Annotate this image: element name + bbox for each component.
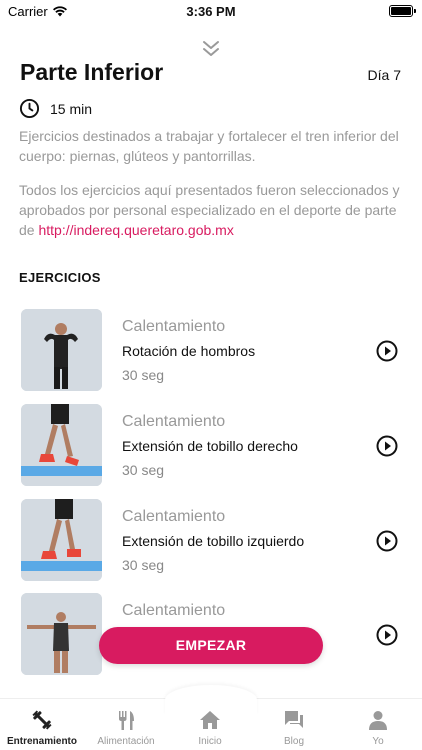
- tab-label: Entrenamiento: [6, 736, 77, 747]
- status-time: 3:36 PM: [186, 4, 236, 19]
- home-icon: [200, 711, 220, 729]
- battery-icon: [389, 5, 416, 17]
- play-icon[interactable]: [376, 340, 398, 362]
- play-icon[interactable]: [376, 435, 398, 457]
- exercise-thumbnail: [21, 499, 102, 581]
- user-icon: [369, 711, 387, 730]
- exercise-category: Calentamiento: [122, 508, 226, 525]
- play-icon[interactable]: [376, 530, 398, 552]
- duration-row: 15 min: [19, 98, 92, 119]
- exercise-name: Rotación de hombros: [122, 343, 256, 359]
- credits-text: Todos los ejercicios aquí presentados fu…: [19, 180, 404, 240]
- chevron-double-down-icon[interactable]: [201, 40, 221, 58]
- exercise-duration: 30 seg: [122, 557, 165, 573]
- exercise-category: Calentamiento: [122, 602, 226, 619]
- tab-bar: Entrenamiento Alimentación Inicio Blog Y…: [0, 685, 422, 750]
- tab-alimentacion[interactable]: Alimentación: [84, 699, 168, 750]
- status-bar: Carrier 3:36 PM: [0, 0, 422, 24]
- play-icon[interactable]: [376, 624, 398, 646]
- tab-label: Yo: [372, 736, 384, 747]
- dumbbell-icon: [32, 710, 52, 730]
- tab-entrenamiento[interactable]: Entrenamiento: [0, 699, 84, 750]
- exercise-name: Extensión de tobillo izquierdo: [122, 533, 305, 549]
- indereq-link[interactable]: http://indereq.queretaro.gob.mx: [38, 222, 233, 238]
- exercise-category: Calentamiento: [122, 413, 226, 430]
- exercise-item[interactable]: Calentamiento Rotación de hombros 30 seg: [0, 309, 422, 391]
- exercise-duration: 30 seg: [122, 462, 165, 478]
- day-label: Día 7: [367, 67, 401, 83]
- exercise-name: Extensión de tobillo derecho: [122, 438, 298, 454]
- tab-inicio[interactable]: Inicio: [168, 699, 252, 750]
- exercise-duration: 30 seg: [122, 367, 165, 383]
- exercise-item[interactable]: Calentamiento Extensión de tobillo izqui…: [0, 499, 422, 581]
- exercise-thumbnail: [21, 309, 102, 391]
- exercise-item[interactable]: Calentamiento Extensión de tobillo derec…: [0, 404, 422, 486]
- exercise-thumbnail: [21, 593, 102, 675]
- description-text: Ejercicios destinados a trabajar y forta…: [19, 128, 399, 164]
- tab-yo[interactable]: Yo: [336, 699, 420, 750]
- tab-label: Inicio: [198, 736, 222, 747]
- start-button[interactable]: EMPEZAR: [99, 627, 323, 664]
- exercise-thumbnail: [21, 404, 102, 486]
- tab-blog[interactable]: Blog: [252, 699, 336, 750]
- page-title: Parte Inferior: [20, 59, 164, 85]
- tab-label: Blog: [283, 736, 304, 747]
- chat-icon: [285, 711, 303, 728]
- exercise-category: Calentamiento: [122, 318, 226, 335]
- tab-label: Alimentación: [97, 736, 155, 747]
- clock-icon: [19, 98, 40, 119]
- fork-knife-icon: [119, 711, 134, 730]
- duration-text: 15 min: [50, 100, 93, 117]
- exercises-section-title: EJERCICIOS: [19, 270, 101, 285]
